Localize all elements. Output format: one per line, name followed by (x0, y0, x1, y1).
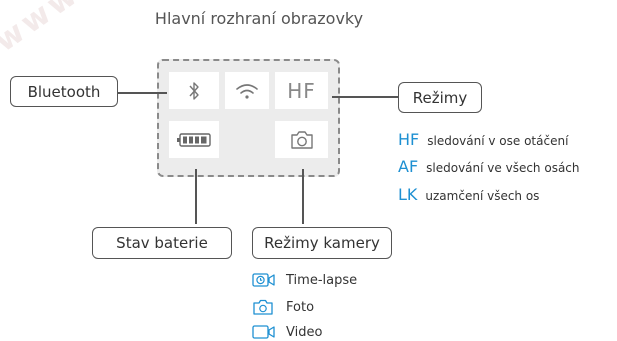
mode-code: HF (398, 130, 420, 149)
camera-mode-video: Video (252, 324, 322, 340)
rezimy-kamery-label: Režimy kamery (252, 227, 392, 259)
camera-connector-line (302, 169, 304, 224)
mode-description: sledování v ose otáčení (427, 134, 569, 148)
rezimy-connector-line (332, 96, 398, 98)
wifi-icon (236, 83, 258, 99)
camera-tile (275, 121, 328, 158)
mode-row-af: AF sledování ve všech osách (398, 157, 580, 176)
mode-description: uzamčení všech os (425, 189, 540, 203)
camera-mode-timelapse: Time-lapse (252, 272, 357, 288)
mode-code: AF (398, 157, 419, 176)
bluetooth-label: Bluetooth (10, 76, 118, 107)
mode-code: LK (398, 185, 418, 204)
battery-connector-line (195, 169, 197, 224)
camera-icon (290, 130, 313, 149)
watermark: www (0, 0, 87, 60)
timelapse-icon (252, 273, 275, 287)
battery-tile (169, 121, 219, 158)
battery-icon (177, 132, 211, 147)
stav-baterie-label: Stav baterie (92, 227, 232, 259)
mode-tile: HF (275, 72, 328, 109)
wifi-tile (225, 72, 269, 109)
camera-mode-label: Time-lapse (286, 272, 358, 288)
bluetooth-icon (189, 81, 199, 100)
hf-mode-text: HF (287, 78, 316, 103)
bluetooth-connector-line (118, 92, 167, 94)
screen-mockup: HF (157, 59, 340, 177)
camera-mode-label: Foto (286, 299, 315, 315)
rezimy-label: Režimy (398, 82, 482, 113)
mode-row-hf: HF sledování v ose otáčení (398, 130, 568, 149)
bluetooth-tile (169, 72, 219, 109)
camera-mode-label: Video (286, 324, 323, 340)
mode-description: sledování ve všech osách (426, 161, 580, 175)
video-icon (252, 325, 275, 339)
camera-icon (253, 299, 273, 315)
mode-row-lk: LK uzamčení všech os (398, 185, 539, 204)
camera-mode-foto: Foto (252, 299, 314, 315)
diagram-title: Hlavní rozhraní obrazovky (154, 9, 364, 28)
